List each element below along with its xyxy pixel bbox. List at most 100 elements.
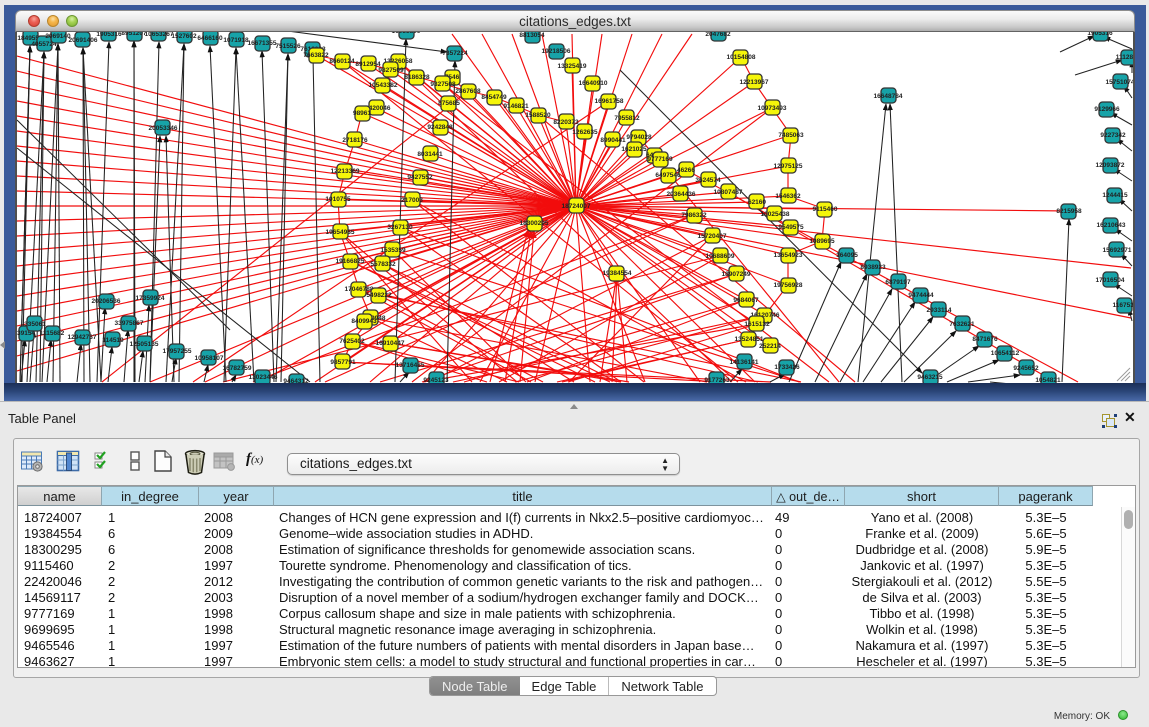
svg-text:9777169: 9777169 [647, 156, 673, 163]
svg-text:252214: 252214 [759, 343, 781, 350]
svg-text:33975867: 33975867 [115, 320, 144, 327]
svg-text:16640910: 16640910 [579, 80, 608, 87]
svg-text:9684067: 9684067 [733, 297, 759, 304]
svg-text:8471676: 8471676 [972, 336, 998, 343]
svg-text:12093872: 12093872 [1096, 162, 1125, 169]
svg-text:7632621: 7632621 [949, 321, 975, 328]
svg-text:20691406: 20691406 [69, 37, 98, 44]
svg-text:19384554: 19384554 [603, 270, 632, 277]
svg-text:5578332: 5578332 [370, 261, 396, 268]
svg-text:13023446: 13023446 [249, 374, 278, 381]
svg-text:164095: 164095 [836, 252, 858, 259]
svg-text:13716485: 13716485 [396, 362, 425, 369]
svg-text:875685: 875685 [438, 100, 460, 107]
svg-text:17359924: 17359924 [136, 295, 165, 302]
svg-text:19218506: 19218506 [542, 48, 571, 55]
svg-text:14136141: 14136141 [730, 359, 759, 366]
svg-text:16910447: 16910447 [376, 340, 405, 347]
svg-text:10688609: 10688609 [706, 253, 735, 260]
svg-text:9794028: 9794028 [626, 134, 652, 141]
svg-text:1588520: 1588520 [525, 112, 551, 119]
svg-text:1071918: 1071918 [223, 37, 249, 44]
svg-text:16033809: 16033809 [392, 32, 421, 35]
svg-text:12505135: 12505135 [130, 341, 159, 348]
svg-text:12975125: 12975125 [774, 163, 803, 170]
svg-text:7515526: 7515526 [275, 43, 301, 50]
svg-text:13524851: 13524851 [735, 336, 764, 343]
svg-text:7663822: 7663822 [303, 52, 329, 59]
svg-text:9464312: 9464312 [283, 378, 309, 383]
svg-text:9549575: 9549575 [778, 224, 804, 231]
svg-text:1262635: 1262635 [572, 129, 598, 136]
svg-text:16782759: 16782759 [223, 365, 252, 372]
svg-text:335061: 335061 [24, 321, 46, 328]
svg-text:12213369: 12213369 [331, 168, 360, 175]
svg-text:9129966: 9129966 [1094, 106, 1120, 113]
svg-text:2933114: 2933114 [927, 307, 952, 314]
svg-text:1115682: 1115682 [40, 330, 65, 337]
svg-text:13325419: 13325419 [558, 63, 587, 70]
svg-text:1546362: 1546362 [775, 193, 801, 200]
svg-text:2069140: 2069140 [45, 33, 71, 40]
svg-text:8912954: 8912954 [355, 61, 381, 68]
svg-text:19756928: 19756928 [774, 282, 803, 289]
svg-text:8990441: 8990441 [600, 137, 626, 144]
svg-text:19166825: 19166825 [336, 258, 365, 265]
svg-text:9245652: 9245652 [1013, 365, 1039, 372]
svg-text:8454749: 8454749 [481, 94, 507, 101]
svg-text:16961758: 16961758 [595, 98, 624, 105]
svg-text:9242848: 9242848 [427, 124, 453, 131]
svg-text:7625402: 7625402 [339, 338, 365, 345]
svg-text:5498222: 5498222 [366, 292, 392, 299]
svg-text:18724007: 18724007 [562, 203, 591, 210]
svg-text:18907249: 18907249 [722, 271, 751, 278]
svg-text:46266: 46266 [677, 167, 695, 174]
svg-text:9474444: 9474444 [908, 292, 934, 299]
svg-text:10973493: 10973493 [758, 105, 787, 112]
svg-text:10543382: 10543382 [369, 82, 398, 89]
svg-text:1054821: 1054821 [1035, 377, 1061, 383]
svg-text:1905316: 1905316 [96, 32, 122, 38]
svg-text:10154808: 10154808 [727, 54, 756, 61]
svg-text:7485063: 7485063 [778, 132, 804, 139]
svg-text:9327508: 9327508 [430, 81, 456, 88]
svg-text:8660124: 8660124 [329, 58, 355, 65]
svg-text:17957255: 17957255 [163, 348, 192, 355]
svg-text:10653267: 10653267 [145, 32, 174, 38]
svg-text:9177263: 9177263 [704, 377, 730, 383]
svg-text:9115460: 9115460 [813, 206, 838, 213]
svg-text:6466160: 6466160 [197, 35, 223, 42]
svg-text:3267130: 3267130 [387, 224, 413, 231]
svg-text:15751074: 15751074 [1106, 79, 1133, 86]
svg-text:114519: 114519 [102, 337, 124, 344]
svg-text:62160: 62160 [748, 199, 766, 206]
svg-text:7357224: 7357224 [442, 50, 468, 57]
svg-text:2718176: 2718176 [342, 137, 368, 144]
svg-text:1621025: 1621025 [621, 146, 647, 153]
svg-text:9245123: 9245123 [423, 377, 449, 383]
svg-text:1010755: 1010755 [325, 196, 351, 203]
svg-text:8813054: 8813054 [519, 32, 545, 39]
svg-text:17016504: 17016504 [1096, 277, 1125, 284]
svg-text:98961: 98961 [353, 110, 371, 117]
svg-text:9227342: 9227342 [1100, 132, 1126, 139]
svg-text:1089695: 1089695 [809, 238, 835, 245]
svg-text:9427552: 9427552 [407, 174, 433, 181]
svg-text:1112853: 1112853 [1116, 54, 1133, 61]
svg-text:19654985: 19654985 [326, 229, 355, 236]
svg-text:12213967: 12213967 [740, 79, 769, 86]
svg-text:8951207: 8951207 [121, 32, 147, 37]
svg-text:9463215: 9463215 [917, 374, 943, 381]
svg-text:20053346: 20053346 [149, 125, 178, 132]
svg-text:7986322: 7986322 [681, 212, 707, 219]
svg-text:2047682: 2047682 [705, 32, 731, 38]
svg-text:10807487: 10807487 [714, 189, 743, 196]
svg-text:1244415: 1244415 [1102, 192, 1128, 199]
svg-text:8409943: 8409943 [351, 318, 377, 325]
svg-text:6879197: 6879197 [885, 279, 911, 286]
svg-text:1733426: 1733426 [774, 364, 800, 371]
svg-text:10958107: 10958107 [195, 355, 224, 362]
svg-text:10654112: 10654112 [991, 350, 1020, 357]
svg-text:16671355: 16671355 [248, 40, 277, 47]
svg-text:9827509: 9827509 [378, 67, 404, 74]
